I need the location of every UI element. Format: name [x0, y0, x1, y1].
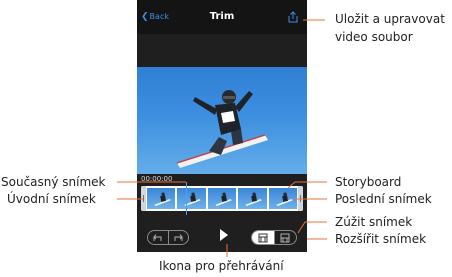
callout-last-frame: Poslední snímek [335, 192, 432, 206]
callout-widen-frame: Rozšířit snímek [335, 232, 427, 246]
callout-first-frame: Úvodní snímek [7, 192, 96, 206]
callout-save-line1: Uložit a upravovat [335, 12, 445, 26]
callout-storyboard: Storyboard [335, 175, 402, 189]
callout-narrow-frame: Zúžit snímek [335, 215, 413, 229]
callout-play-icon: Ikona pro přehrávání [159, 259, 284, 273]
callout-save-line2: video soubor [335, 30, 413, 44]
callout-current-frame: Současný snímek [1, 175, 106, 189]
